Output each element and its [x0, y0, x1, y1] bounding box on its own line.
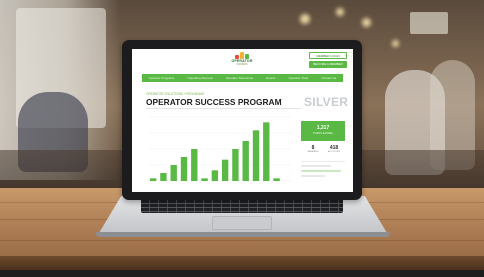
chart-bar — [180, 157, 188, 181]
chart-bar — [252, 130, 260, 181]
become-member-button[interactable]: BECOME A MEMBER — [309, 61, 347, 68]
title-divider — [146, 108, 301, 109]
points-label: POINTS EARNED — [313, 132, 333, 135]
placeholder-line — [301, 170, 341, 172]
chart-bar — [170, 165, 177, 181]
nav-item[interactable]: Operator Tools — [289, 76, 309, 80]
chart-bar — [242, 141, 249, 181]
mini-stat: 418 ACTIVITIES — [325, 145, 343, 153]
chart-bar — [160, 173, 167, 181]
placeholder-line — [301, 175, 325, 177]
image-bottom-bar — [0, 270, 484, 277]
ceiling-light — [300, 14, 310, 24]
member-login-button[interactable]: MEMBER LOGIN — [309, 52, 347, 59]
site-header: OPERATOR OWNERS MEMBER LOGIN BECOME A ME… — [132, 49, 353, 73]
header-actions: MEMBER LOGIN BECOME A MEMBER — [309, 52, 347, 70]
chart-bar — [191, 149, 198, 181]
laptop-base-edge — [96, 232, 390, 237]
chart-bar — [263, 122, 270, 181]
chart-bar — [221, 159, 229, 181]
stat-divider — [301, 161, 345, 162]
chart-bar — [211, 170, 219, 181]
mini-stat: 8 MEMBERS — [304, 145, 322, 153]
background-sign — [410, 12, 448, 34]
nav-item[interactable]: Operator Programs — [149, 76, 175, 80]
points-value: 1,317 — [316, 125, 330, 131]
placeholder-line — [301, 165, 331, 167]
chart-bar — [273, 178, 280, 181]
nav-item[interactable]: Operator Resources — [226, 76, 253, 80]
laptop-trackpad — [212, 216, 272, 230]
chart-bar — [149, 178, 157, 181]
chart-bar — [232, 149, 239, 181]
chart-bar — [201, 178, 208, 181]
points-stat-box: 1,317 POINTS EARNED — [301, 121, 345, 141]
page-title: OPERATOR SUCCESS PROGRAM — [146, 97, 282, 107]
nav-item[interactable]: Events — [266, 76, 275, 80]
page-kicker: OPERATOR SOLUTIONS / PROGRAMS — [146, 92, 205, 96]
ceiling-light — [336, 8, 344, 16]
ceiling-light — [392, 40, 399, 47]
laptop-screen: OPERATOR OWNERS MEMBER LOGIN BECOME A ME… — [132, 49, 353, 192]
logo-icon — [234, 51, 250, 59]
tier-badge: SILVER — [304, 95, 349, 109]
site-logo[interactable]: OPERATOR OWNERS — [228, 51, 256, 69]
logo-subtext: OWNERS — [236, 63, 248, 66]
nav-item[interactable]: Operating Success — [187, 76, 212, 80]
mini-stat-label: MEMBERS — [307, 151, 319, 153]
bar-chart — [148, 116, 292, 182]
mini-stat-label: ACTIVITIES — [328, 151, 340, 153]
nav-item[interactable]: Contact Us — [321, 76, 336, 80]
site-nav: Operator Programs Operating Success Oper… — [142, 74, 343, 82]
ceiling-light — [362, 18, 371, 27]
